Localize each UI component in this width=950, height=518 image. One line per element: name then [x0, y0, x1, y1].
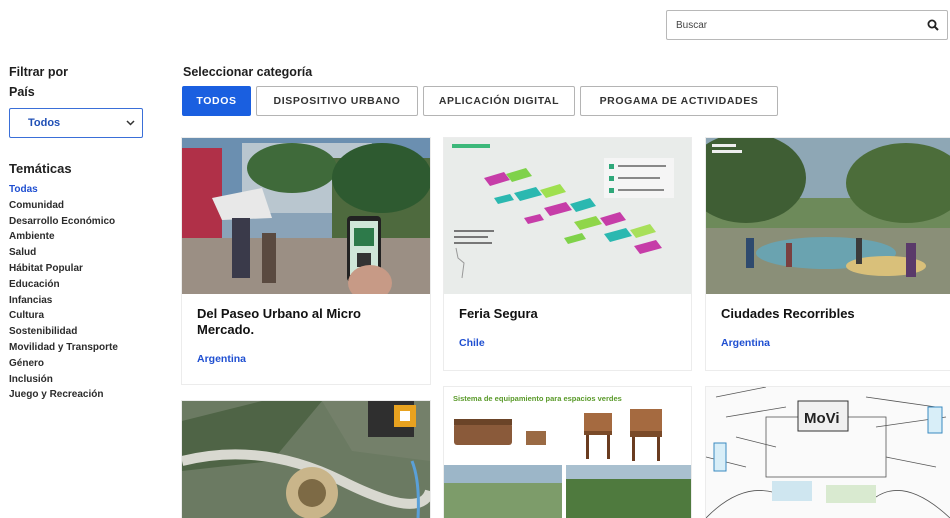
tematica-item-educacion[interactable]: Educación — [9, 277, 159, 293]
tematica-item-comunidad[interactable]: Comunidad — [9, 198, 159, 214]
tematicas-title: Temáticas — [9, 161, 72, 176]
search-icon — [927, 19, 939, 31]
card-image — [182, 138, 430, 294]
tematica-item-infancias[interactable]: Infancias — [9, 293, 159, 309]
card-image: Sistema de equipamiento para espacios ve… — [444, 387, 691, 518]
tematica-item-habitat-popular[interactable]: Hábitat Popular — [9, 261, 159, 277]
card-image — [182, 401, 430, 518]
tematica-item-movilidad[interactable]: Movilidad y Transporte — [9, 340, 159, 356]
card-title: Feria Segura — [459, 306, 538, 321]
tematicas-list: Todas Comunidad Desarrollo Económico Amb… — [9, 182, 159, 403]
tematica-item-desarrollo-economico[interactable]: Desarrollo Económico — [9, 214, 159, 230]
card-title: Ciudades Recorribles — [721, 306, 855, 321]
card-country-link[interactable]: Argentina — [197, 353, 246, 365]
tematica-item-inclusion[interactable]: Inclusión — [9, 372, 159, 388]
tematica-item-genero[interactable]: Género — [9, 356, 159, 372]
card-image — [444, 138, 691, 294]
card-title: Del Paseo Urbano al Micro Mercado. — [197, 306, 361, 337]
tematica-item-ambiente[interactable]: Ambiente — [9, 229, 159, 245]
tab-todos[interactable]: TODOS — [182, 86, 251, 116]
project-card[interactable] — [182, 401, 430, 518]
project-card[interactable]: MoVi — [706, 387, 950, 518]
filter-sidebar: Filtrar por País Todos Temáticas Todas C… — [9, 64, 159, 403]
country-select-value: Todos — [28, 117, 61, 129]
tematica-item-sostenibilidad[interactable]: Sostenibilidad — [9, 324, 159, 340]
country-select[interactable]: Todos — [9, 108, 143, 138]
card-image-text: Sistema de equipamiento para espacios ve… — [453, 394, 622, 403]
chevron-down-icon — [126, 120, 135, 126]
tab-dispositivo-urbano[interactable]: DISPOSITIVO URBANO — [256, 86, 418, 116]
category-tabs: TODOS DISPOSITIVO URBANO APLICACIÓN DIGI… — [182, 86, 778, 116]
search-input[interactable] — [667, 11, 919, 39]
card-country-link[interactable]: Chile — [459, 337, 485, 349]
card-image-text: MoVi — [804, 410, 840, 427]
card-country-link[interactable]: Argentina — [721, 337, 770, 349]
search-bar — [666, 10, 948, 40]
project-card[interactable]: Ciudades Recorribles Argentina — [706, 138, 950, 370]
search-button[interactable] — [919, 11, 947, 39]
card-image: MoVi — [706, 387, 950, 518]
filter-title: Filtrar por — [9, 65, 69, 79]
tematica-item-salud[interactable]: Salud — [9, 245, 159, 261]
project-card[interactable]: Del Paseo Urbano al Micro Mercado. Argen… — [182, 138, 430, 384]
project-card[interactable]: Sistema de equipamiento para espacios ve… — [444, 387, 691, 518]
tematica-item-todas[interactable]: Todas — [9, 182, 159, 198]
country-label: País — [9, 85, 35, 99]
tab-aplicacion-digital[interactable]: APLICACIÓN DIGITAL — [423, 86, 575, 116]
project-card[interactable]: Feria Segura Chile — [444, 138, 691, 370]
tematica-item-cultura[interactable]: Cultura — [9, 308, 159, 324]
tab-programa-actividades[interactable]: PROGAMA DE ACTIVIDADES — [580, 86, 778, 116]
category-title: Seleccionar categoría — [183, 65, 313, 79]
tematica-item-juego[interactable]: Juego y Recreación — [9, 387, 159, 403]
card-image — [706, 138, 950, 294]
